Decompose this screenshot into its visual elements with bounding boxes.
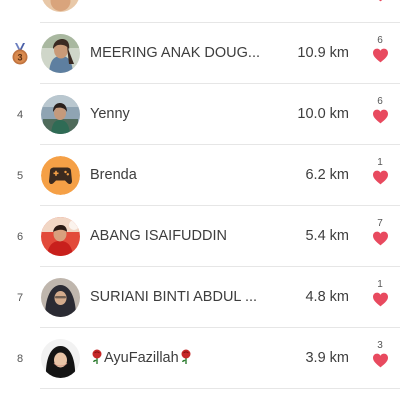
like-count: 3 (377, 340, 383, 351)
rose-icon (92, 349, 102, 364)
distance-value: 10.9 km (297, 45, 349, 61)
like-count: 6 (377, 35, 383, 46)
rank-number: 6 (16, 230, 24, 243)
like-group[interactable]: 1 (366, 157, 394, 185)
participant-name: MEERING ANAK DOUG... (90, 45, 260, 61)
bronze-medal-icon: 3 (12, 42, 28, 64)
like-group[interactable]: 7 (366, 218, 394, 246)
participant-name: Yenny (90, 106, 130, 122)
row-divider (40, 388, 400, 389)
heart-icon[interactable] (372, 0, 389, 2)
avatar[interactable] (41, 278, 80, 317)
like-group[interactable]: 6 (366, 35, 394, 63)
leaderboard-row[interactable] (0, 0, 400, 23)
leaderboard-row[interactable]: 5 Brenda 6.2 km 1 (0, 145, 400, 206)
like-group[interactable]: 6 (366, 96, 394, 124)
heart-icon[interactable] (372, 353, 389, 368)
svg-text:3: 3 (17, 52, 22, 62)
distance-value: 5.4 km (305, 228, 349, 244)
leaderboard-list: 3 MEERING ANAK DOUG... 10.9 km 6 4 Yenny… (0, 0, 400, 389)
like-group[interactable]: 3 (366, 340, 394, 368)
avatar[interactable] (41, 156, 80, 195)
distance-value: 10.0 km (297, 106, 349, 122)
rank-badge: 3 (9, 23, 31, 84)
leaderboard-row[interactable]: 6 ABANG ISAIFUDDIN 5.4 km 7 (0, 206, 400, 267)
avatar[interactable] (41, 339, 80, 378)
leaderboard-row[interactable]: 3 MEERING ANAK DOUG... 10.9 km 6 (0, 23, 400, 84)
leaderboard-row[interactable]: 8 AyuFazillah 3.9 km 3 (0, 328, 400, 389)
like-count: 7 (377, 218, 383, 229)
rank-number: 8 (16, 352, 24, 365)
like-count: 1 (377, 157, 383, 168)
like-group[interactable]: 1 (366, 279, 394, 307)
participant-name: AyuFazillah (90, 328, 270, 389)
rank-number: 7 (16, 291, 24, 304)
distance-value: 3.9 km (305, 350, 349, 366)
like-count: 6 (377, 96, 383, 107)
silver-medal-icon (12, 0, 28, 1)
leaderboard-row[interactable]: 4 Yenny 10.0 km 6 (0, 84, 400, 145)
rank-badge (9, 0, 31, 23)
leaderboard-row[interactable]: 7 SURIANI BINTI ABDUL ... 4.8 km 1 (0, 267, 400, 328)
heart-icon[interactable] (372, 292, 389, 307)
avatar[interactable] (41, 95, 80, 134)
heart-icon[interactable] (372, 231, 389, 246)
heart-icon[interactable] (372, 170, 389, 185)
like-count: 1 (377, 279, 383, 290)
participant-name: ABANG ISAIFUDDIN (90, 228, 227, 244)
participant-name-text: AyuFazillah (104, 350, 179, 366)
avatar[interactable] (41, 0, 80, 12)
rose-icon (181, 349, 191, 364)
game-controller-icon (41, 156, 80, 195)
avatar[interactable] (41, 34, 80, 73)
rank-number: 5 (16, 169, 24, 182)
distance-value: 6.2 km (305, 167, 349, 183)
rank-number: 4 (16, 108, 24, 121)
heart-icon[interactable] (372, 48, 389, 63)
participant-name: Brenda (90, 167, 137, 183)
like-group[interactable] (366, 0, 394, 2)
participant-name: SURIANI BINTI ABDUL ... (90, 289, 258, 305)
avatar[interactable] (41, 217, 80, 256)
heart-icon[interactable] (372, 109, 389, 124)
distance-value: 4.8 km (305, 289, 349, 305)
